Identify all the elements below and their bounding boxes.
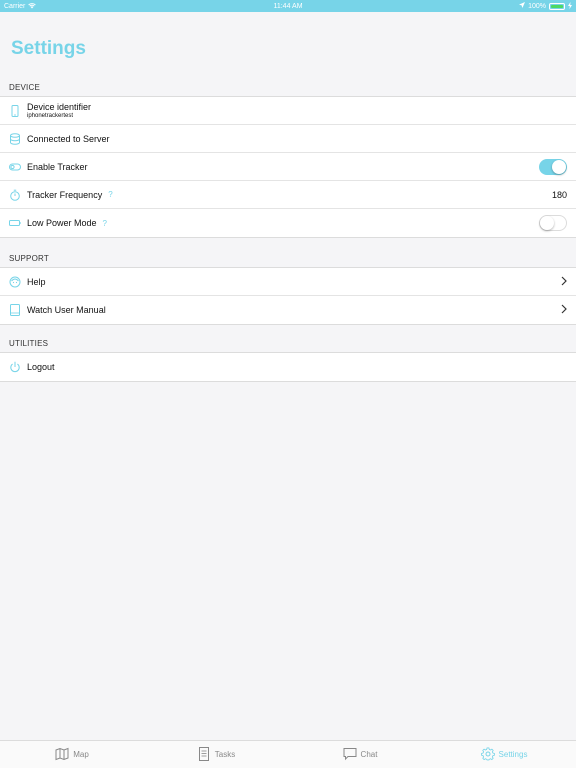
low-power-row: Low Power Mode ? (0, 209, 576, 237)
tracker-frequency-value[interactable]: 180 (552, 190, 567, 200)
logout-label: Logout (27, 362, 55, 372)
tracker-frequency-label: Tracker Frequency (27, 189, 103, 200)
tab-bar: Map Tasks Chat Settings (0, 740, 576, 768)
help-label: Help (27, 276, 46, 287)
tab-tasks[interactable]: Tasks (144, 741, 288, 768)
tab-settings[interactable]: Settings (432, 741, 576, 768)
enable-tracker-row: Enable Tracker (0, 153, 576, 181)
section-header-support: SUPPORT (9, 254, 49, 263)
status-time: 11:44 AM (273, 2, 303, 10)
page-title: Settings (11, 38, 86, 59)
section-header-utilities: UTILITIES (9, 339, 49, 348)
carrier-label: Carrier (4, 2, 26, 10)
tablet-icon (9, 304, 21, 316)
tab-tasks-label: Tasks (214, 750, 236, 759)
tab-map-label: Map (73, 750, 89, 759)
database-icon (9, 132, 21, 145)
tracker-frequency-row[interactable]: Tracker Frequency ? 180 (0, 181, 576, 209)
logout-row[interactable]: Logout (0, 353, 576, 381)
toggle-knob (540, 216, 554, 230)
enable-tracker-label: Enable Tracker (27, 161, 88, 172)
wifi-icon (28, 2, 37, 11)
support-group: Help Watch User Manual (0, 267, 576, 325)
tracker-frequency-help-button[interactable]: ? (108, 190, 112, 199)
low-power-help-button[interactable]: ? (103, 219, 107, 228)
document-icon (197, 746, 211, 763)
utilities-group: Logout (0, 352, 576, 382)
enable-tracker-toggle[interactable] (539, 158, 567, 175)
toggle-knob (552, 159, 566, 174)
device-identifier-row[interactable]: Device identifier iphonetrackertest (0, 97, 576, 125)
charging-icon (568, 1, 572, 11)
help-face-icon (9, 276, 21, 288)
low-power-toggle[interactable] (539, 215, 567, 231)
device-identifier-label: Device identifier (27, 102, 92, 112)
watch-manual-row[interactable]: Watch User Manual (0, 296, 576, 324)
tab-chat-label: Chat (360, 750, 378, 759)
gear-icon (480, 747, 495, 763)
device-identifier-value: iphonetrackertest (27, 113, 74, 119)
location-arrow-icon (519, 2, 526, 10)
stopwatch-icon (9, 189, 21, 201)
map-icon (55, 747, 69, 763)
tab-settings-label: Settings (498, 750, 528, 759)
watch-manual-label: Watch User Manual (27, 305, 106, 315)
section-header-device: DEVICE (9, 83, 40, 92)
chat-bubble-icon (343, 747, 357, 763)
help-row[interactable]: Help (0, 268, 576, 296)
status-bar: Carrier 11:44 AM 100% (0, 0, 576, 12)
connected-server-label: Connected to Server (27, 133, 110, 144)
tab-map[interactable]: Map (0, 741, 144, 768)
toggle-icon (9, 161, 21, 173)
connected-server-row: Connected to Server (0, 125, 576, 153)
phone-icon (9, 104, 21, 117)
battery-low-icon (9, 217, 21, 229)
chevron-right-icon (561, 301, 567, 319)
low-power-label: Low Power Mode (27, 218, 97, 228)
battery-percent: 100% (528, 2, 546, 10)
power-icon (9, 361, 21, 373)
battery-icon (549, 2, 565, 10)
tab-chat[interactable]: Chat (288, 741, 432, 768)
chevron-right-icon (561, 273, 567, 291)
device-group: Device identifier iphonetrackertest Conn… (0, 96, 576, 238)
